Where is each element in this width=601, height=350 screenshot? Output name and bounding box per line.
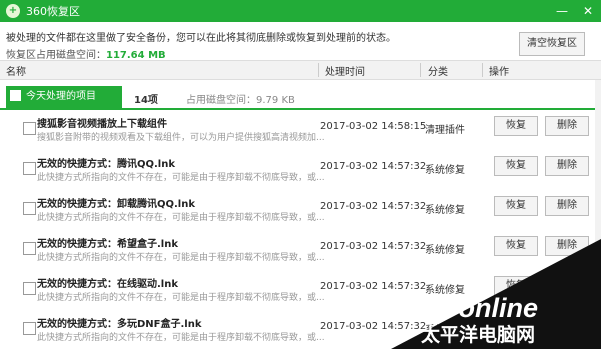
delete-button[interactable]: 删除	[545, 196, 589, 216]
close-icon[interactable]: ✕	[575, 0, 601, 22]
item-checkbox[interactable]	[23, 162, 36, 175]
item-time: 2017-03-02 14:57:32	[320, 201, 427, 212]
item-name: 无效的快捷方式：多玩DNF盒子.lnk	[37, 319, 202, 330]
watermark-text: 太平洋电脑网	[421, 323, 535, 346]
pconline-watermark: PConline 太平洋电脑网	[391, 239, 601, 349]
delete-button[interactable]: 删除	[545, 156, 589, 176]
list-item: 无效的快捷方式：腾讯QQ.lnk 此快捷方式所指向的文件不存在，可能是由于程序卸…	[0, 150, 601, 190]
clear-recovery-button[interactable]: 清空恢复区	[519, 32, 585, 56]
item-category: 系统修复	[425, 165, 465, 176]
column-time[interactable]: 处理时间	[325, 63, 365, 78]
item-name: 搜狐影音视频播放上下载组件	[37, 119, 167, 130]
list-item: 搜狐影音视频播放上下载组件 搜狐影音附带的视频观看及下载组件，可以为用户提供搜狐…	[0, 110, 601, 150]
column-name[interactable]: 名称	[6, 63, 26, 78]
item-checkbox[interactable]	[23, 322, 36, 335]
item-category: 系统修复	[425, 205, 465, 216]
column-divider	[420, 63, 421, 77]
item-checkbox[interactable]	[23, 122, 36, 135]
group-size: 占用磁盘空间：9.79 KB	[186, 95, 295, 106]
item-category: 清理插件	[425, 125, 465, 136]
restore-button[interactable]: 恢复	[494, 196, 538, 216]
window-title: 360恢复区	[26, 5, 80, 18]
restore-button[interactable]: 恢复	[494, 156, 538, 176]
app-logo-icon: +	[6, 4, 20, 18]
item-time: 2017-03-02 14:57:32	[320, 161, 427, 172]
item-description: 此快捷方式所指向的文件不存在，可能是由于程序卸载不彻底导致，或...	[37, 293, 325, 303]
minimize-icon[interactable]: —	[549, 0, 575, 22]
item-checkbox[interactable]	[23, 242, 36, 255]
column-divider	[482, 63, 483, 77]
group-label: 今天处理的项目	[26, 91, 96, 102]
group-tab[interactable]: 今天处理的项目	[6, 86, 122, 108]
item-description: 此快捷方式所指向的文件不存在，可能是由于程序卸载不彻底导致，或...	[37, 253, 325, 263]
item-checkbox[interactable]	[23, 282, 36, 295]
item-description: 此快捷方式所指向的文件不存在，可能是由于程序卸载不彻底导致，或...	[37, 173, 325, 183]
group-count: 14项	[134, 95, 158, 106]
column-divider	[318, 63, 319, 77]
group-checkbox[interactable]	[10, 89, 21, 101]
item-time: 2017-03-02 14:58:15	[320, 121, 427, 132]
item-name: 无效的快捷方式：在线驱动.lnk	[37, 279, 178, 290]
restore-button[interactable]: 恢复	[494, 116, 538, 136]
item-description: 此快捷方式所指向的文件不存在，可能是由于程序卸载不彻底导致，或...	[37, 333, 325, 343]
list-item: 无效的快捷方式：卸载腾讯QQ.lnk 此快捷方式所指向的文件不存在，可能是由于程…	[0, 190, 601, 230]
title-bar: + 360恢复区 — ✕	[0, 0, 601, 22]
column-category[interactable]: 分类	[428, 63, 448, 78]
item-description: 搜狐影音附带的视频观看及下载组件，可以为用户提供搜狐高清视频加...	[37, 133, 325, 143]
watermark-brand: PConline	[421, 293, 538, 323]
item-name: 无效的快捷方式：卸载腾讯QQ.lnk	[37, 199, 195, 210]
item-description: 此快捷方式所指向的文件不存在，可能是由于程序卸载不彻底导致，或...	[37, 213, 325, 223]
info-description: 被处理的文件都在这里做了安全备份，您可以在此将其彻底删除或恢复到处理前的状态。	[6, 33, 396, 44]
item-name: 无效的快捷方式：腾讯QQ.lnk	[37, 159, 175, 170]
item-checkbox[interactable]	[23, 202, 36, 215]
disk-usage: 恢复区占用磁盘空间：117.64 MB	[6, 46, 166, 61]
column-header: 名称 处理时间 分类 操作	[0, 60, 601, 80]
item-name: 无效的快捷方式：希望盒子.lnk	[37, 239, 178, 250]
delete-button[interactable]: 删除	[545, 116, 589, 136]
group-header: 今天处理的项目 14项 占用磁盘空间：9.79 KB	[0, 86, 601, 110]
column-action[interactable]: 操作	[489, 63, 509, 78]
